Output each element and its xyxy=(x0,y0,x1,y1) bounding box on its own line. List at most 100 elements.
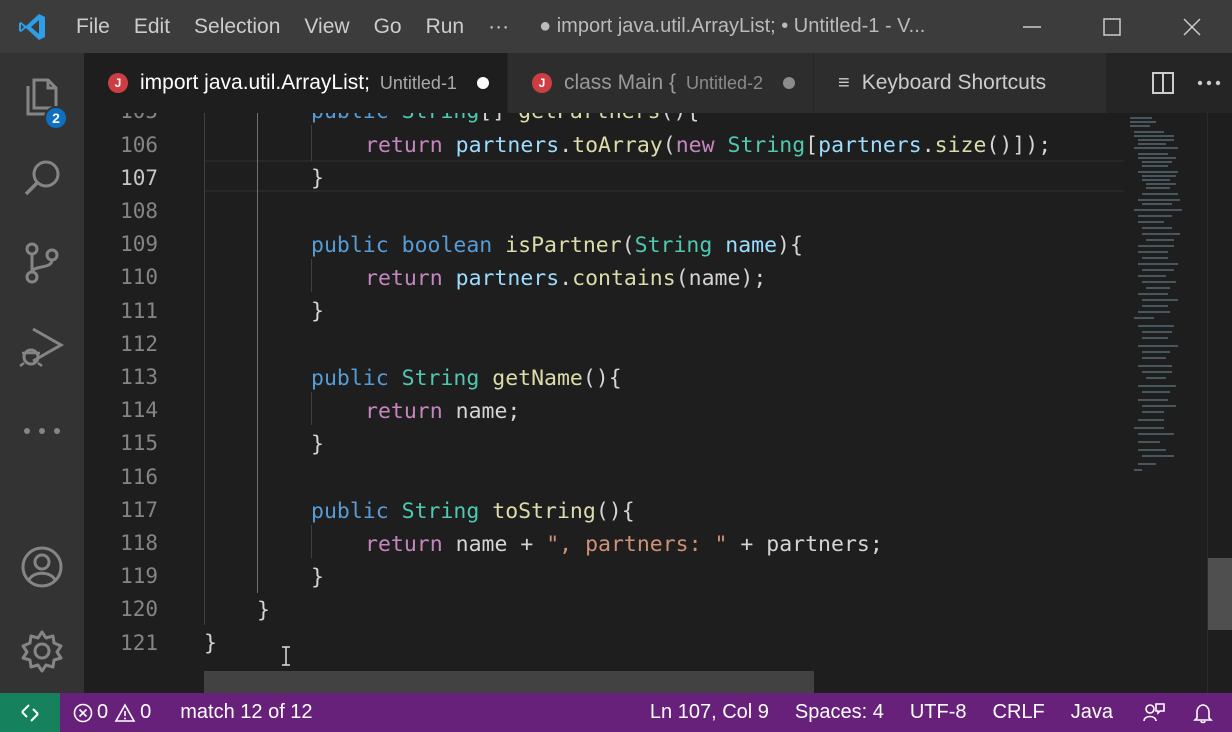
menu-run[interactable]: Run xyxy=(414,0,477,53)
token: name xyxy=(725,233,778,258)
remote-button[interactable] xyxy=(0,693,60,732)
code-line-107: } xyxy=(311,166,324,191)
search-button[interactable] xyxy=(0,143,84,213)
token: public xyxy=(311,499,389,524)
line-number: 119 xyxy=(120,564,158,588)
token: String xyxy=(401,366,480,391)
split-editor-button[interactable] xyxy=(1140,53,1186,113)
menu-file[interactable]: File xyxy=(64,0,122,53)
token: ", partners: " xyxy=(546,532,728,557)
unsaved-dot-icon[interactable] xyxy=(476,77,489,89)
token: String xyxy=(402,113,480,124)
menu-selection[interactable]: Selection xyxy=(182,0,292,53)
code-line-120: } xyxy=(257,598,270,623)
notifications-button[interactable] xyxy=(1182,693,1232,732)
line-number: 109 xyxy=(120,232,158,256)
menu-more[interactable]: ··· xyxy=(476,0,521,53)
language-mode[interactable]: Java xyxy=(1058,693,1126,732)
menu-bar: File Edit Selection View Go Run ··· xyxy=(64,0,521,53)
window-controls xyxy=(992,0,1232,53)
token: partners xyxy=(818,133,922,158)
error-icon xyxy=(73,703,93,722)
vscode-logo-icon xyxy=(0,0,64,53)
token: String xyxy=(634,233,713,258)
tab-keyboard-shortcuts[interactable]: ≡ Keyboard Shortcuts xyxy=(814,53,1108,113)
token: public xyxy=(311,366,389,391)
close-window-button[interactable] xyxy=(1152,0,1232,53)
code-line-117: public String toString(){ xyxy=(311,495,635,528)
indent-guide xyxy=(311,392,312,425)
accounts-button[interactable] xyxy=(0,532,84,602)
more-actions-button[interactable] xyxy=(1186,53,1232,113)
tab-untitled-1[interactable]: J import java.util.ArrayList; Untitled-1 xyxy=(84,53,508,113)
java-file-icon: J xyxy=(531,73,552,93)
maximize-icon xyxy=(1103,17,1121,36)
feedback-button[interactable] xyxy=(1126,693,1182,732)
indent-guide xyxy=(311,259,312,292)
line-number: 110 xyxy=(120,265,158,289)
code-line-115: } xyxy=(311,432,324,457)
token: ( xyxy=(621,233,635,258)
gear-icon xyxy=(21,630,63,673)
token: toString xyxy=(492,499,596,524)
activity-bar: 2 xyxy=(0,53,84,693)
status-bar: 0 0 match 12 of 12 Ln 107, Col 9 Spaces:… xyxy=(0,693,1232,732)
menu-go[interactable]: Go xyxy=(362,0,414,53)
tab-untitled-2[interactable]: J class Main { Untitled-2 xyxy=(507,53,815,113)
token: . xyxy=(921,133,935,158)
menu-edit[interactable]: Edit xyxy=(122,0,182,53)
code-area[interactable]: public String[] getPartners(){ return pa… xyxy=(204,113,1124,693)
code-line-121: } xyxy=(204,631,217,656)
status-bar-right: Ln 107, Col 9 Spaces: 4 UTF-8 CRLF Java xyxy=(637,693,1232,732)
token: partners xyxy=(455,266,560,291)
line-number-gutter: 105 106 107 108 109 110 111 112 113 114 … xyxy=(84,113,196,693)
explorer-button[interactable]: 2 xyxy=(0,61,84,131)
problems-indicator[interactable]: 0 0 xyxy=(60,693,164,732)
token: getPartners xyxy=(518,113,660,124)
vertical-scroll-thumb[interactable] xyxy=(1208,558,1232,630)
line-number: 114 xyxy=(120,398,158,422)
encoding[interactable]: UTF-8 xyxy=(897,693,980,732)
token: (){ xyxy=(595,499,635,524)
token: name; xyxy=(455,399,521,424)
token: return xyxy=(365,133,443,158)
run-debug-button[interactable] xyxy=(0,311,84,381)
tab-label: class Main { xyxy=(563,71,676,94)
token: partners xyxy=(455,133,560,158)
bell-icon xyxy=(1193,703,1213,723)
minimize-button[interactable] xyxy=(992,0,1072,53)
minimap[interactable] xyxy=(1124,113,1204,693)
token: return xyxy=(365,532,443,557)
token: [] xyxy=(479,113,518,124)
token: public xyxy=(311,113,389,124)
manage-button[interactable] xyxy=(0,616,84,686)
unsaved-dot-icon[interactable] xyxy=(783,77,796,89)
code-line-118: return name + ", partners: " + partners; xyxy=(365,528,883,561)
code-editor[interactable]: 105 106 107 108 109 110 111 112 113 114 … xyxy=(84,113,1232,693)
tab-label: Keyboard Shortcuts xyxy=(861,71,1047,94)
search-match-status[interactable]: match 12 of 12 xyxy=(164,693,325,732)
indentation[interactable]: Spaces: 4 xyxy=(782,693,897,732)
indent-guide xyxy=(311,525,312,558)
end-of-line[interactable]: CRLF xyxy=(980,693,1058,732)
active-indent-guide xyxy=(257,113,258,593)
menu-view[interactable]: View xyxy=(292,0,361,53)
feedback-icon xyxy=(1143,702,1165,721)
indent-guide xyxy=(204,113,205,625)
minimize-icon xyxy=(1023,25,1041,28)
cursor-position[interactable]: Ln 107, Col 9 xyxy=(637,693,782,732)
ellipsis-icon xyxy=(1197,80,1221,86)
token: contains xyxy=(572,266,676,291)
horizontal-scroll-thumb[interactable] xyxy=(204,671,814,693)
tab-bar: J import java.util.ArrayList; Untitled-1… xyxy=(84,53,1232,113)
line-number: 121 xyxy=(120,631,158,655)
line-number: 108 xyxy=(120,199,158,223)
current-line-highlight xyxy=(204,160,1124,192)
token: . xyxy=(559,266,573,291)
source-control-button[interactable] xyxy=(0,228,84,298)
maximize-button[interactable] xyxy=(1072,0,1152,53)
more-views-button[interactable] xyxy=(0,396,84,466)
warning-count: 0 xyxy=(140,701,152,723)
line-number: 112 xyxy=(120,332,158,356)
run-debug-icon xyxy=(19,327,65,367)
